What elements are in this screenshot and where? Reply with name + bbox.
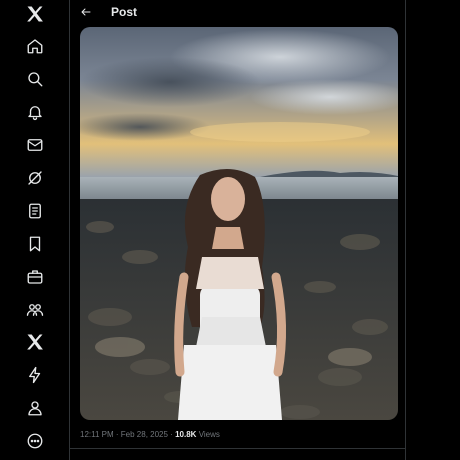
- meta-separator: ·: [115, 430, 119, 439]
- lightning-icon[interactable]: [22, 362, 48, 388]
- right-column: [406, 0, 460, 460]
- mail-icon[interactable]: [22, 132, 48, 158]
- home-icon[interactable]: [22, 33, 48, 59]
- post-date[interactable]: Feb 28, 2025: [121, 430, 168, 439]
- page-title: Post: [111, 5, 138, 19]
- lists-icon[interactable]: [22, 198, 48, 224]
- divider: [70, 448, 406, 449]
- bell-icon[interactable]: [22, 99, 48, 125]
- bookmark-icon[interactable]: [22, 231, 48, 257]
- search-icon[interactable]: [22, 66, 48, 92]
- sidebar-nav: [0, 0, 70, 460]
- post-header: Post: [70, 0, 406, 26]
- photo-illustration: [80, 27, 398, 420]
- views-label: Views: [198, 430, 220, 439]
- grok-icon[interactable]: [22, 165, 48, 191]
- more-icon[interactable]: [22, 428, 48, 454]
- post-meta: 12:11 PM · Feb 28, 2025 · 10.8K Views: [80, 430, 220, 439]
- meta-separator-2: ·: [170, 430, 173, 439]
- premium-icon[interactable]: [22, 329, 48, 355]
- communities-icon[interactable]: [22, 297, 48, 323]
- profile-icon[interactable]: [22, 395, 48, 421]
- post-photo[interactable]: [80, 27, 398, 420]
- post-time[interactable]: 12:11 PM: [80, 430, 114, 439]
- back-arrow-icon[interactable]: [78, 4, 94, 20]
- x-logo-icon[interactable]: [22, 1, 48, 27]
- views-count: 10.8K: [175, 430, 197, 439]
- main-column: Post 12:11 PM · Feb 28, 2025 · 10.8K Vie…: [70, 0, 406, 460]
- briefcase-icon[interactable]: [22, 264, 48, 290]
